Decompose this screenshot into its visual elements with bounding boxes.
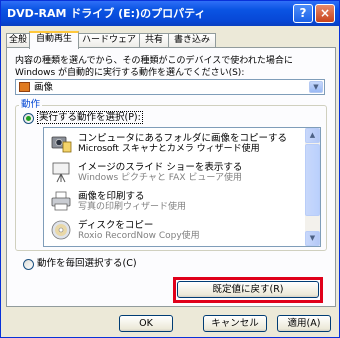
action-title: 画像を印刷する xyxy=(78,191,145,202)
list-item[interactable]: ディスクをコピー Roxio RecordNow Copy使用 xyxy=(44,217,306,245)
tab-hardware[interactable]: ハードウェア xyxy=(78,33,140,48)
action-subtitle: Roxio RecordNow Copy使用 xyxy=(78,231,200,241)
cancel-button[interactable]: キャンセル xyxy=(203,315,267,332)
content-type-description: 内容の種類を選んでから、その種類がこのデバイスで使われた場合に Windows … xyxy=(15,56,293,78)
list-item[interactable]: イメージのスライド ショーを表示する Windows ピクチャと FAX ビュー… xyxy=(44,159,306,187)
tab-autoplay[interactable]: 自動再生 xyxy=(29,31,79,49)
chevron-down-icon[interactable]: ▼ xyxy=(305,231,320,246)
action-title: コンピュータにあるフォルダに画像をコピーする xyxy=(78,133,288,144)
printer-icon xyxy=(51,191,71,211)
action-title: イメージのスライド ショーを表示する xyxy=(78,162,243,173)
picture-icon xyxy=(19,82,30,92)
action-subtitle: 写真の印刷ウィザード使用 xyxy=(78,202,187,212)
prompt-action-radio[interactable] xyxy=(23,259,34,270)
select-action-radio[interactable] xyxy=(23,113,34,124)
chevron-up-icon[interactable]: ▲ xyxy=(305,128,320,143)
title-bar[interactable]: DVD-RAM ドライブ (E:)のプロパティ ? × xyxy=(1,1,339,26)
radio-selected-dot xyxy=(26,116,31,121)
scrollbar-thumb[interactable] xyxy=(305,144,320,216)
list-item[interactable]: コンピュータにあるフォルダに画像をコピーする Microsoft スキャナとカメ… xyxy=(44,130,306,158)
actions-group-label: 動作 xyxy=(19,99,43,110)
help-button[interactable]: ? xyxy=(293,4,313,23)
action-title: ディスクをコピー xyxy=(78,220,154,231)
apply-button[interactable]: 適用(A) xyxy=(277,315,331,332)
content-type-select[interactable]: 画像 ▼ xyxy=(15,79,325,95)
action-subtitle: Windows ピクチャと FAX ビューア使用 xyxy=(78,173,242,183)
window-title: DVD-RAM ドライブ (E:)のプロパティ xyxy=(7,7,206,20)
content-type-value: 画像 xyxy=(34,82,54,93)
projector-icon xyxy=(52,162,70,183)
list-item[interactable]: 画像を印刷する 写真の印刷ウィザード使用 xyxy=(44,188,306,216)
action-subtitle: Microsoft スキャナとカメラ ウィザード使用 xyxy=(78,144,260,154)
prompt-action-label[interactable]: 動作を毎回選択する(C) xyxy=(37,258,137,270)
highlight-box xyxy=(173,277,323,303)
properties-dialog: DVD-RAM ドライブ (E:)のプロパティ ? × 全般 自動再生 ハードウ… xyxy=(0,0,340,338)
ok-button[interactable]: OK xyxy=(119,315,173,332)
close-button[interactable]: × xyxy=(315,4,335,23)
camera-copy-icon xyxy=(51,136,72,153)
tab-recording[interactable]: 書き込み xyxy=(168,33,216,48)
list-scrollbar[interactable]: ▲ ▼ xyxy=(305,128,320,246)
select-action-label[interactable]: 実行する動作を選択(P): xyxy=(37,111,143,124)
tab-general[interactable]: 全般 xyxy=(6,33,30,48)
action-list[interactable]: コンピュータにあるフォルダに画像をコピーする Microsoft スキャナとカメ… xyxy=(43,127,321,247)
disc-copy-icon xyxy=(51,220,71,240)
chevron-down-icon[interactable]: ▼ xyxy=(309,81,323,93)
tab-sharing[interactable]: 共有 xyxy=(139,33,169,48)
